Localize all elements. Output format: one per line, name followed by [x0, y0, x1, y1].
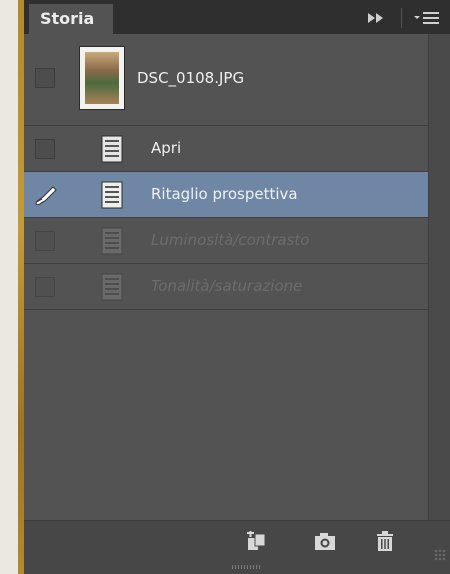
history-step-label: Ritaglio prospettiva [151, 185, 298, 203]
document-icon [101, 227, 123, 255]
panel-footer [24, 520, 450, 574]
scrollbar[interactable] [428, 34, 450, 520]
history-list: DSC_0108.JPG Apri Ritaglio prospettiva L… [24, 34, 428, 310]
document-icon [101, 135, 123, 163]
trash-icon[interactable] [374, 531, 396, 551]
snapshot-thumbnail [79, 46, 125, 110]
history-step-row-undone[interactable]: Luminosità/contrasto [24, 218, 428, 264]
history-step-label: Tonalità/saturazione [151, 277, 303, 295]
double-chevron-right-icon[interactable] [366, 11, 388, 25]
new-document-from-state-icon[interactable] [246, 531, 268, 551]
history-step-row[interactable]: Apri [24, 126, 428, 172]
document-icon [101, 273, 123, 301]
camera-icon[interactable] [314, 531, 336, 551]
snapshot-row[interactable]: DSC_0108.JPG [24, 34, 428, 126]
panel-tab-bar: Storia [24, 0, 450, 34]
history-panel: Storia DSC_0108.JPG Apri Ritaglio prospe… [24, 0, 450, 574]
history-step-row-undone[interactable]: Tonalità/saturazione [24, 264, 428, 310]
history-step-row-selected[interactable]: Ritaglio prospettiva [24, 172, 428, 218]
history-source-checkbox[interactable] [35, 277, 55, 297]
document-icon [101, 181, 123, 209]
history-source-checkbox[interactable] [35, 139, 55, 159]
history-source-checkbox[interactable] [35, 231, 55, 251]
history-step-label: Apri [151, 139, 182, 157]
history-source-checkbox[interactable] [35, 68, 55, 88]
tab-divider [401, 8, 402, 28]
history-brush-icon[interactable] [33, 183, 59, 207]
snapshot-name: DSC_0108.JPG [137, 69, 245, 87]
resize-corner-handle[interactable] [434, 549, 446, 561]
panel-menu-icon[interactable] [413, 10, 441, 26]
panel-resize-grip[interactable] [232, 565, 262, 569]
history-step-label: Luminosità/contrasto [151, 231, 310, 249]
tab-storia[interactable]: Storia [29, 4, 113, 34]
